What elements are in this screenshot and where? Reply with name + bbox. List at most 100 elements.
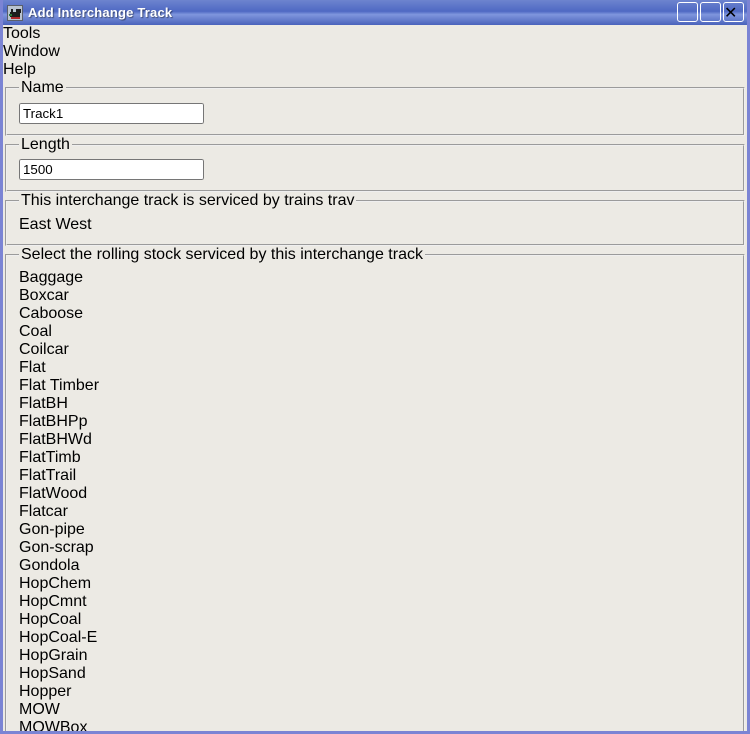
checkbox-flat-timber[interactable]: Flat Timber <box>19 377 99 394</box>
checkbox-flatbhpp[interactable]: FlatBHPp <box>19 413 87 430</box>
add-interchange-track-window: Add Interchange Track ✕ Tools Window Hel… <box>0 0 750 734</box>
checkbox-label: HopCoal <box>19 611 81 628</box>
checkbox-label: FlatWood <box>19 485 87 502</box>
direction-group-legend: This interchange track is serviced by tr… <box>19 192 356 210</box>
checkbox-east[interactable]: East <box>19 216 55 233</box>
rolling-stock-row: Gon-pipeGon-scrapGondolaHopChemHopCmntHo… <box>19 521 731 647</box>
checkbox-label: MOWBox <box>19 719 87 734</box>
checkbox-baggage[interactable]: Baggage <box>19 269 83 286</box>
checkbox-flatcar[interactable]: Flatcar <box>19 503 68 520</box>
checkbox-hopcmnt[interactable]: HopCmnt <box>19 593 87 610</box>
checkbox-mow[interactable]: MOW <box>19 701 60 718</box>
rolling-stock-cell: FlatTrail <box>19 467 731 485</box>
rolling-stock-cell: Coal <box>19 323 731 341</box>
rolling-stock-row: HopGrainHopSandHopperMOWMOWBoxPassengerR… <box>19 647 731 734</box>
checkbox-label: FlatBHPp <box>19 413 87 430</box>
checkbox-label: Gon-pipe <box>19 521 85 538</box>
checkbox-label: Flat Timber <box>19 377 99 394</box>
close-icon: ✕ <box>724 5 737 22</box>
checkbox-caboose[interactable]: Caboose <box>19 305 83 322</box>
length-group-legend: Length <box>19 136 72 154</box>
window-content: Name Length This interchange track is se… <box>3 79 747 734</box>
checkbox-label: Gon-scrap <box>19 539 94 556</box>
length-input[interactable] <box>19 159 204 180</box>
rolling-stock-cell: Flatcar <box>19 503 731 521</box>
checkbox-coal[interactable]: Coal <box>19 323 52 340</box>
rolling-stock-cell: Coilcar <box>19 341 731 359</box>
rolling-stock-cell: Caboose <box>19 305 731 323</box>
checkbox-label: HopSand <box>19 665 86 682</box>
checkbox-label: HopChem <box>19 575 91 592</box>
checkbox-label: FlatBH <box>19 395 68 412</box>
rolling-stock-group: Select the rolling stock serviced by thi… <box>5 246 745 734</box>
rolling-stock-cell: Gon-scrap <box>19 539 731 557</box>
maximize-button[interactable] <box>700 2 721 22</box>
title-bar: Add Interchange Track ✕ <box>3 0 747 25</box>
checkbox-label: Coal <box>19 323 52 340</box>
rolling-stock-grid: BaggageBoxcarCabooseCoalCoilcarFlatFlat … <box>19 269 731 734</box>
checkbox-label: HopCoal-E <box>19 629 97 646</box>
rolling-stock-cell: FlatBHPp <box>19 413 731 431</box>
rolling-stock-cell: FlatBH <box>19 395 731 413</box>
checkbox-boxcar[interactable]: Boxcar <box>19 287 69 304</box>
checkbox-label: FlatBHWd <box>19 431 92 448</box>
checkbox-west[interactable]: West <box>55 216 91 233</box>
rolling-stock-cell: Gon-pipe <box>19 521 731 539</box>
checkbox-flat[interactable]: Flat <box>19 359 46 376</box>
direction-group: This interchange track is serviced by tr… <box>5 192 745 246</box>
rolling-stock-cell: HopGrain <box>19 647 731 665</box>
checkbox-label: FlatTimb <box>19 449 81 466</box>
checkbox-label: Gondola <box>19 557 80 574</box>
rolling-stock-cell: Boxcar <box>19 287 731 305</box>
checkbox-gon-pipe[interactable]: Gon-pipe <box>19 521 85 538</box>
checkbox-east-label: East <box>19 216 51 233</box>
rolling-stock-cell: Hopper <box>19 683 731 701</box>
checkbox-gon-scrap[interactable]: Gon-scrap <box>19 539 94 556</box>
name-group: Name <box>5 79 745 136</box>
checkbox-flatbh[interactable]: FlatBH <box>19 395 68 412</box>
checkbox-label: MOW <box>19 701 60 718</box>
rolling-stock-cell: MOW <box>19 701 731 719</box>
checkbox-label: Baggage <box>19 269 83 286</box>
checkbox-hopsand[interactable]: HopSand <box>19 665 86 682</box>
checkbox-flatwood[interactable]: FlatWood <box>19 485 87 502</box>
checkbox-hopper[interactable]: Hopper <box>19 683 71 700</box>
menu-window[interactable]: Window <box>3 43 747 61</box>
length-group: Length <box>5 136 745 193</box>
rolling-stock-cell: HopSand <box>19 665 731 683</box>
checkbox-label: Coilcar <box>19 341 69 358</box>
checkbox-hopcoal-e[interactable]: HopCoal-E <box>19 629 97 646</box>
checkbox-flatbhwd[interactable]: FlatBHWd <box>19 431 92 448</box>
checkbox-label: HopCmnt <box>19 593 87 610</box>
checkbox-label: Boxcar <box>19 287 69 304</box>
checkbox-mowbox[interactable]: MOWBox <box>19 719 87 734</box>
checkbox-west-label: West <box>55 216 91 233</box>
checkbox-label: HopGrain <box>19 647 87 664</box>
minimize-button[interactable] <box>677 2 698 22</box>
menu-tools[interactable]: Tools <box>3 25 747 43</box>
rolling-stock-cell: HopCoal <box>19 611 731 629</box>
checkbox-label: Hopper <box>19 683 71 700</box>
name-group-legend: Name <box>19 79 66 97</box>
checkbox-hopcoal[interactable]: HopCoal <box>19 611 81 628</box>
rolling-stock-row: FlatBHFlatBHPpFlatBHWdFlatTimbFlatTrailF… <box>19 395 731 521</box>
menu-bar: Tools Window Help <box>3 25 747 79</box>
rolling-stock-cell: FlatWood <box>19 485 731 503</box>
checkbox-hopgrain[interactable]: HopGrain <box>19 647 87 664</box>
rolling-stock-cell: FlatTimb <box>19 449 731 467</box>
checkbox-hopchem[interactable]: HopChem <box>19 575 91 592</box>
name-input[interactable] <box>19 103 204 124</box>
checkbox-flattimb[interactable]: FlatTimb <box>19 449 81 466</box>
checkbox-gondola[interactable]: Gondola <box>19 557 80 574</box>
menu-help[interactable]: Help <box>3 61 747 79</box>
rolling-stock-legend: Select the rolling stock serviced by thi… <box>19 246 425 264</box>
rolling-stock-cell: HopCoal-E <box>19 629 731 647</box>
checkbox-label: Flat <box>19 359 46 376</box>
close-button[interactable]: ✕ <box>723 2 744 22</box>
checkbox-label: Flatcar <box>19 503 68 520</box>
checkbox-coilcar[interactable]: Coilcar <box>19 341 69 358</box>
checkbox-flattrail[interactable]: FlatTrail <box>19 467 76 484</box>
rolling-stock-cell: HopChem <box>19 575 731 593</box>
rolling-stock-cell: MOWBox <box>19 719 731 734</box>
window-title: Add Interchange Track <box>28 5 172 20</box>
